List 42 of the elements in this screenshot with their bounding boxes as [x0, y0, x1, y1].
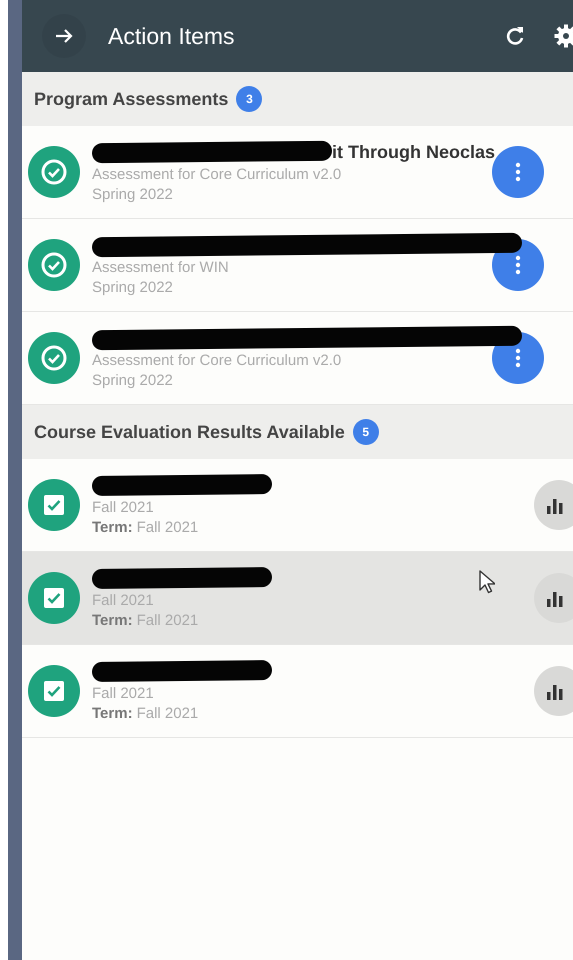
item-subtitle: Fall 2021	[92, 499, 155, 516]
term-value: Fall 2021	[136, 519, 198, 536]
collapse-button[interactable]	[42, 14, 86, 58]
checkbox-icon	[42, 493, 66, 517]
term-label: Term:	[92, 519, 133, 536]
count-badge: 5	[352, 419, 379, 445]
checkbox-icon	[42, 679, 66, 703]
checkbox-icon	[42, 586, 66, 610]
item-subtitle: Assessment for WIN	[92, 259, 230, 276]
term-value: Fall 2021	[136, 612, 198, 629]
term-label: Term:	[92, 612, 133, 629]
settings-button[interactable]	[554, 24, 573, 48]
item-term: Spring 2022	[92, 279, 174, 296]
count-badge: 3	[236, 86, 262, 112]
results-button[interactable]	[534, 480, 573, 530]
more-icon	[515, 162, 521, 182]
refresh-button[interactable]	[504, 25, 526, 47]
term-label: Term:	[92, 705, 133, 722]
check-icon	[41, 345, 67, 371]
term-value: Fall 2021	[136, 705, 198, 722]
list-item[interactable]: Fall 2021 Term: Fall 2021	[22, 552, 573, 645]
item-subtitle: Assessment for Core Curriculum v2.0	[92, 352, 342, 369]
check-icon	[41, 159, 67, 185]
bar-chart-icon	[547, 496, 565, 514]
item-subtitle: Fall 2021	[92, 592, 155, 609]
check-icon	[41, 252, 67, 278]
item-subtitle: Fall 2021	[92, 685, 155, 702]
results-button[interactable]	[534, 573, 573, 623]
item-title: it Through Neoclas	[332, 142, 496, 162]
more-icon	[515, 348, 521, 368]
section-title: Course Evaluation Results Available	[34, 422, 345, 442]
item-subtitle: Assessment for Core Curriculum v2.0	[92, 166, 342, 183]
more-icon	[515, 255, 521, 275]
mouse-pointer-icon	[479, 570, 495, 594]
results-button[interactable]	[534, 666, 573, 716]
refresh-icon	[504, 25, 526, 47]
bar-chart-icon	[547, 589, 565, 607]
bar-chart-icon	[547, 682, 565, 700]
item-term: Spring 2022	[92, 186, 174, 203]
section-title: Program Assessments	[34, 88, 228, 110]
item-term: Spring 2022	[92, 372, 174, 389]
panel-title: Action Items	[108, 22, 236, 50]
